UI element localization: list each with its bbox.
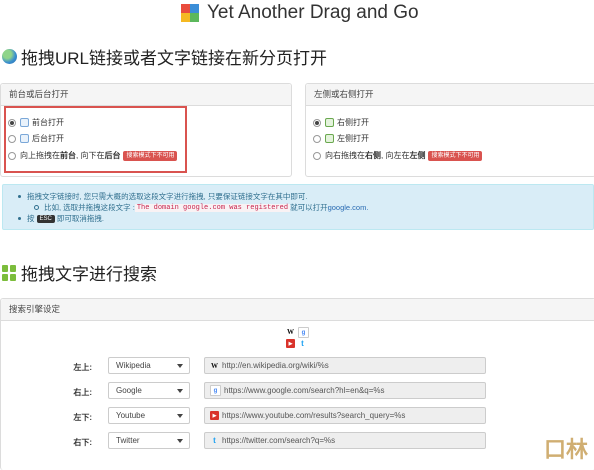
example-code[interactable]: The domain google.com was registered xyxy=(134,203,291,212)
section-title: 拖拽文字进行搜索 xyxy=(21,265,157,284)
info-text: 拖拽文字链接时, 您只需大概的选取这段文字进行拖拽, 只要保证链接文字在其中即可… xyxy=(27,192,308,201)
radio-button[interactable] xyxy=(313,134,321,143)
radio-button[interactable] xyxy=(8,118,16,127)
globe-icon xyxy=(2,49,17,64)
chevron-down-icon xyxy=(177,364,183,368)
youtube-icon: ▶ xyxy=(210,411,219,420)
chevron-down-icon xyxy=(177,414,183,418)
select-value: Google xyxy=(116,386,142,395)
position-label: 左上: xyxy=(73,363,92,372)
url-text: https://www.youtube.com/results?search_q… xyxy=(222,411,406,420)
tab-icon xyxy=(20,118,29,127)
twitter-icon: t xyxy=(301,339,304,348)
app-title-bar: Yet Another Drag and Go xyxy=(181,0,419,26)
url-text: https://twitter.com/search?q=%s xyxy=(222,436,336,445)
drag-direction-grid: W g ▶ t xyxy=(286,327,309,348)
url-text: https://www.google.com/search?hl=en&q=%s xyxy=(224,386,385,395)
url-text: http://en.wikipedia.org/wiki/%s xyxy=(222,361,329,370)
url-input[interactable]: g https://www.google.com/search?hl=en&q=… xyxy=(204,382,486,399)
bullet-icon xyxy=(18,195,21,198)
esc-key-badge: ESC xyxy=(36,214,55,223)
twitter-icon: t xyxy=(213,436,216,445)
google-icon: g xyxy=(210,385,221,396)
option-label: 右侧打开 xyxy=(337,118,369,127)
info-text: 比如, 选取并拖拽这段文字 : xyxy=(44,203,135,212)
select-value: Wikipedia xyxy=(116,361,151,370)
option-right[interactable]: 右侧打开 xyxy=(313,117,369,128)
app-title: Yet Another Drag and Go xyxy=(207,2,419,23)
engine-select[interactable]: Wikipedia xyxy=(108,357,190,374)
option-label: 后台打开 xyxy=(32,134,64,143)
tab-left-icon xyxy=(325,134,334,143)
option-right-left[interactable]: 向右拖拽在 右侧 , 向左在 左侧 搜索模式下不可用 xyxy=(313,150,483,161)
select-value: Youtube xyxy=(116,411,146,420)
option-up-down[interactable]: 向上拖拽在 前台 , 向下在 后台 搜索模式下不可用 xyxy=(8,150,178,161)
select-value: Twitter xyxy=(116,436,140,445)
app-logo-icon xyxy=(181,4,199,22)
engine-select[interactable]: Youtube xyxy=(108,407,190,424)
unavailable-badge: 搜索模式下不可用 xyxy=(428,150,483,161)
youtube-icon: ▶ xyxy=(286,339,295,348)
watermark: 口林 xyxy=(543,437,588,462)
section-heading-drag-text: 拖拽文字进行搜索 xyxy=(0,260,157,285)
wikipedia-icon: W xyxy=(287,327,294,336)
panel-header: 搜索引擎设定 xyxy=(1,299,594,321)
example-link[interactable]: google.com. xyxy=(328,203,369,212)
info-line-1: 拖拽文字链接时, 您只需大概的选取这段文字进行拖拽, 只要保证链接文字在其中即可… xyxy=(18,191,307,202)
option-label-bold: 前台 xyxy=(60,151,76,160)
position-label: 右下: xyxy=(73,438,92,447)
info-text: 就可以打开 xyxy=(290,203,328,212)
radio-button[interactable] xyxy=(8,151,16,160)
option-label: 左侧打开 xyxy=(337,134,369,143)
section-heading-drag-link: 拖拽URL链接或者文字链接在新分页打开 xyxy=(0,44,327,69)
url-input[interactable]: W http://en.wikipedia.org/wiki/%s xyxy=(204,357,486,374)
panel-header: 前台或后台打开 xyxy=(1,84,291,106)
wikipedia-icon: W xyxy=(211,361,218,370)
radio-button[interactable] xyxy=(8,134,16,143)
section-title: 拖拽URL链接或者文字链接在新分页打开 xyxy=(21,49,328,68)
url-input[interactable]: t https://twitter.com/search?q=%s xyxy=(204,432,486,449)
option-label-mid: , 向左在 xyxy=(381,151,410,160)
option-label-bold: 右侧 xyxy=(365,151,381,160)
option-label-prefix: 向上拖拽在 xyxy=(20,151,60,160)
option-label-mid: , 向下在 xyxy=(76,151,105,160)
tab-right-icon xyxy=(325,118,334,127)
option-foreground[interactable]: 前台打开 xyxy=(8,117,64,128)
info-text: 按 xyxy=(27,214,35,223)
option-background[interactable]: 后台打开 xyxy=(8,133,64,144)
tab-icon xyxy=(20,134,29,143)
engine-select[interactable]: Google xyxy=(108,382,190,399)
left-right-panel: 左侧或右侧打开 xyxy=(305,83,594,177)
position-label: 右上: xyxy=(73,388,92,397)
chevron-down-icon xyxy=(177,439,183,443)
bullet-icon xyxy=(18,217,21,220)
info-text: 即可取消拖拽. xyxy=(56,214,104,223)
bullet-icon xyxy=(34,205,39,210)
chevron-down-icon xyxy=(177,389,183,393)
radio-button[interactable] xyxy=(313,118,321,127)
option-label-prefix: 向右拖拽在 xyxy=(325,151,365,160)
url-input[interactable]: ▶ https://www.youtube.com/results?search… xyxy=(204,407,486,424)
position-label: 左下: xyxy=(73,413,92,422)
option-label-bold: 后台 xyxy=(104,151,121,160)
info-line-2: 比如, 选取并拖拽这段文字 : The domain google.com wa… xyxy=(34,202,368,213)
info-line-3: 按 ESC 即可取消拖拽. xyxy=(18,213,104,224)
puzzle-icon xyxy=(2,264,16,281)
option-label: 前台打开 xyxy=(32,118,64,127)
option-left[interactable]: 左侧打开 xyxy=(313,133,369,144)
unavailable-badge: 搜索模式下不可用 xyxy=(123,150,178,161)
engine-select[interactable]: Twitter xyxy=(108,432,190,449)
panel-header: 左侧或右侧打开 xyxy=(306,84,594,106)
radio-button[interactable] xyxy=(313,151,321,160)
google-icon: g xyxy=(298,327,309,338)
option-label-bold: 左侧 xyxy=(409,151,426,160)
